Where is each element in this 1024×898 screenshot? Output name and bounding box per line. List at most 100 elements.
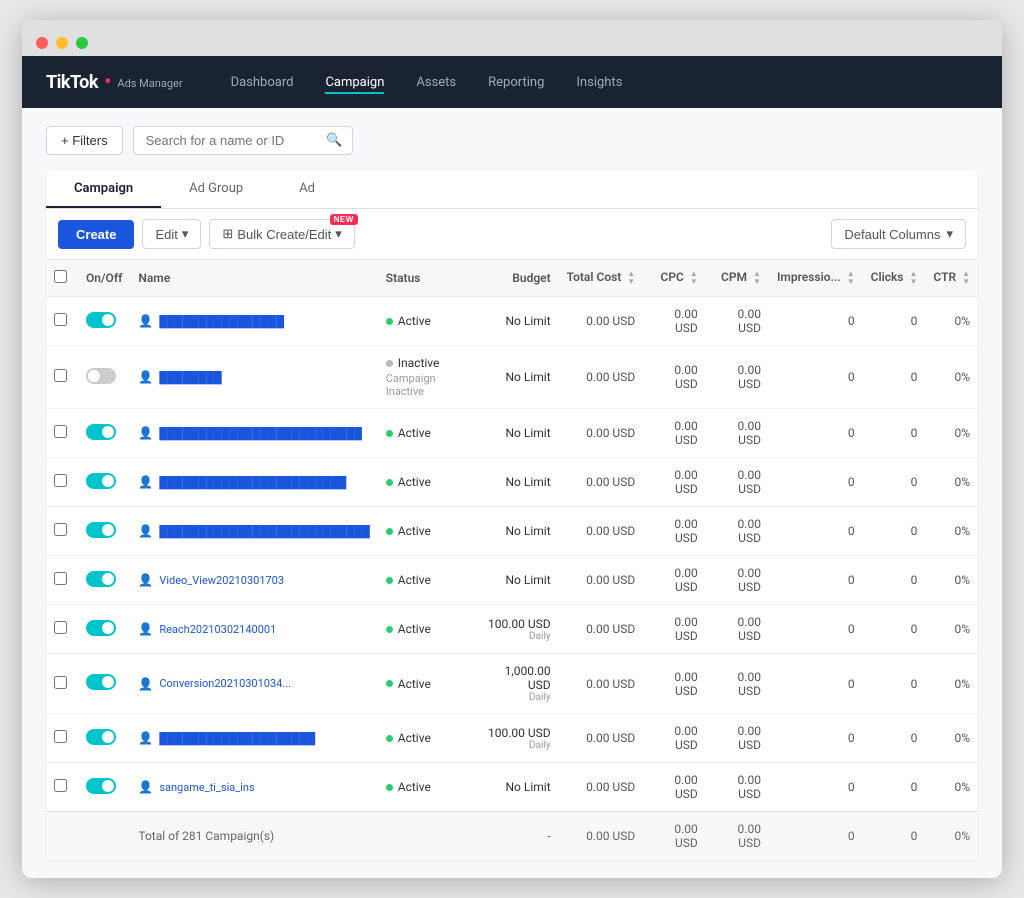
table-footer-row: Total of 281 Campaign(s) - 0.00 USD 0.00…	[46, 812, 978, 861]
header-total-cost[interactable]: Total Cost ▲▼	[559, 260, 644, 297]
row-ctr: 0%	[925, 507, 978, 556]
nav-assets[interactable]: Assets	[416, 71, 456, 94]
row-ctr: 0%	[925, 409, 978, 458]
toggle-switch[interactable]	[86, 473, 116, 489]
campaign-name: 👤Conversion20210301034...	[138, 677, 369, 691]
row-checkbox-cell	[46, 714, 78, 763]
row-ctr: 0%	[925, 556, 978, 605]
budget-value: No Limit	[506, 573, 551, 587]
row-checkbox[interactable]	[54, 474, 67, 487]
header-clicks[interactable]: Clicks ▲▼	[863, 260, 926, 297]
toggle-switch[interactable]	[86, 729, 116, 745]
nav-campaign[interactable]: Campaign	[325, 71, 384, 94]
row-impressions: 0	[769, 714, 863, 763]
close-dot[interactable]	[36, 37, 48, 49]
table-row: 👤Video_View20210301703 Active No Limit 0.…	[46, 556, 978, 605]
row-impressions: 0	[769, 507, 863, 556]
row-total-cost: 0.00 USD	[559, 763, 644, 812]
table-row: 👤████████ Inactive Campaign Inactive No …	[46, 346, 978, 409]
row-budget-cell: No Limit	[476, 507, 558, 556]
header-status: Status	[378, 260, 477, 297]
content-area: + Filters 🔍 Campaign Ad Group Ad Create …	[22, 108, 1002, 878]
row-checkbox[interactable]	[54, 425, 67, 438]
tab-adgroup[interactable]: Ad Group	[161, 171, 271, 208]
footer-cpc: 0.00 USD	[643, 812, 706, 861]
campaign-icon: 👤	[138, 426, 153, 440]
bulk-create-button[interactable]: ⊞ Bulk Create/Edit ▾ NEW	[209, 219, 354, 249]
row-checkbox[interactable]	[54, 676, 67, 689]
row-impressions: 0	[769, 556, 863, 605]
status-dot-active	[386, 735, 393, 742]
row-checkbox[interactable]	[54, 313, 67, 326]
row-checkbox[interactable]	[54, 779, 67, 792]
row-total-cost: 0.00 USD	[559, 556, 644, 605]
campaign-name: 👤Video_View20210301703	[138, 573, 369, 587]
search-icon: 🔍	[326, 133, 342, 148]
minimize-dot[interactable]	[56, 37, 68, 49]
row-cpm: 0.00 USD	[706, 605, 769, 654]
columns-chevron-icon: ▾	[946, 226, 953, 242]
row-total-cost: 0.00 USD	[559, 605, 644, 654]
header-ctr[interactable]: CTR ▲▼	[925, 260, 978, 297]
table-wrap: On/Off Name Status Budget Total Cost ▲▼ …	[46, 260, 978, 860]
row-checkbox-cell	[46, 605, 78, 654]
budget-sub: Daily	[484, 740, 550, 751]
maximize-dot[interactable]	[76, 37, 88, 49]
status-text: Active	[398, 475, 431, 489]
nav-reporting[interactable]: Reporting	[488, 71, 544, 94]
row-cpc: 0.00 USD	[643, 409, 706, 458]
toggle-switch[interactable]	[86, 620, 116, 636]
row-budget-cell: No Limit	[476, 458, 558, 507]
row-clicks: 0	[863, 346, 926, 409]
nav-dashboard[interactable]: Dashboard	[231, 71, 294, 94]
toggle-switch[interactable]	[86, 368, 116, 384]
tab-ad[interactable]: Ad	[271, 171, 343, 208]
row-checkbox[interactable]	[54, 523, 67, 536]
header-impressions[interactable]: Impressio... ▲▼	[769, 260, 863, 297]
row-checkbox[interactable]	[54, 369, 67, 382]
header-cpm[interactable]: CPM ▲▼	[706, 260, 769, 297]
toggle-switch[interactable]	[86, 312, 116, 328]
row-toggle-cell	[78, 654, 130, 714]
header-cpc[interactable]: CPC ▲▼	[643, 260, 706, 297]
toggle-switch[interactable]	[86, 778, 116, 794]
table-row: 👤████████████████████████ Active No Limi…	[46, 458, 978, 507]
row-checkbox[interactable]	[54, 730, 67, 743]
row-clicks: 0	[863, 605, 926, 654]
campaign-icon: 👤	[138, 314, 153, 328]
campaign-name-text: Video_View20210301703	[159, 574, 284, 587]
edit-button[interactable]: Edit ▾	[142, 219, 201, 249]
columns-button[interactable]: Default Columns ▾	[831, 219, 966, 249]
create-button[interactable]: Create	[58, 220, 134, 249]
toggle-switch[interactable]	[86, 424, 116, 440]
search-input[interactable]	[133, 126, 353, 155]
status-text: Active	[398, 426, 431, 440]
status-active: Active	[386, 573, 469, 587]
status-sub-text: Campaign Inactive	[386, 372, 469, 398]
toggle-switch[interactable]	[86, 571, 116, 587]
row-cpc: 0.00 USD	[643, 654, 706, 714]
filter-button[interactable]: + Filters	[46, 126, 123, 155]
nav-insights[interactable]: Insights	[576, 71, 622, 94]
row-checkbox[interactable]	[54, 572, 67, 585]
row-checkbox[interactable]	[54, 621, 67, 634]
nav-bar: TikTok • Ads Manager Dashboard Campaign …	[22, 56, 1002, 108]
table-row: 👤████████████████ Active No Limit0.00 US…	[46, 297, 978, 346]
sort-arrows-cpc: ▲▼	[690, 270, 698, 286]
status-dot-active	[386, 479, 393, 486]
budget-value: No Limit	[506, 780, 551, 794]
row-toggle-cell	[78, 507, 130, 556]
edit-label: Edit	[155, 227, 177, 242]
row-clicks: 0	[863, 763, 926, 812]
row-clicks: 0	[863, 556, 926, 605]
tab-campaign[interactable]: Campaign	[46, 171, 161, 208]
budget-wrap: 1,000.00 USDDaily	[484, 664, 550, 703]
toggle-switch[interactable]	[86, 674, 116, 690]
status-active: Active	[386, 314, 469, 328]
row-name-cell: 👤Video_View20210301703	[130, 556, 377, 605]
toggle-switch[interactable]	[86, 522, 116, 538]
select-all-checkbox[interactable]	[54, 270, 67, 283]
campaign-icon: 👤	[138, 780, 153, 794]
campaign-name: 👤████████	[138, 370, 369, 384]
row-cpc: 0.00 USD	[643, 714, 706, 763]
